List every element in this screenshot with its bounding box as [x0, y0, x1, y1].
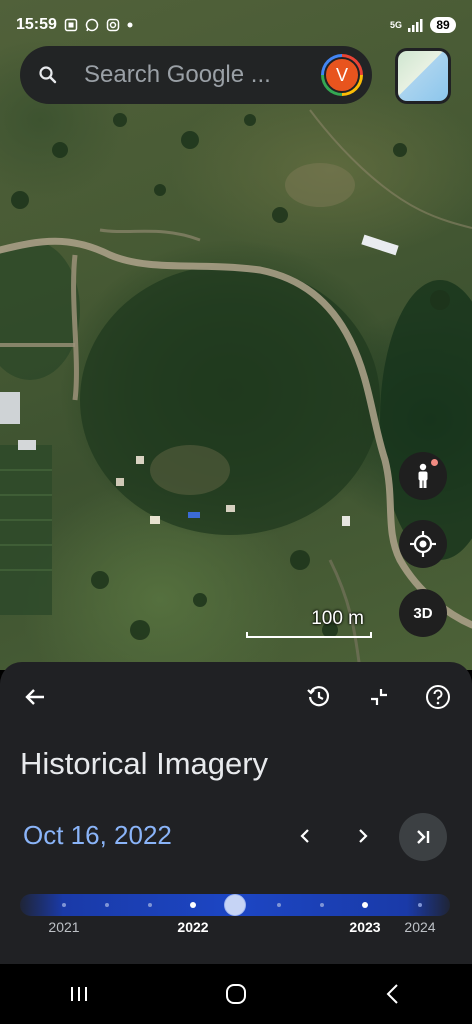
history-button[interactable] — [303, 681, 335, 713]
my-location-icon — [410, 531, 436, 557]
timeline-slider[interactable] — [20, 894, 450, 916]
3d-toggle-button[interactable]: 3D — [399, 589, 447, 637]
signal-icon — [408, 18, 423, 32]
timeline-tick — [62, 903, 66, 907]
dot-icon — [127, 22, 133, 28]
notification-dot — [431, 459, 438, 466]
collapse-button[interactable] — [363, 681, 395, 713]
timeline-year-label: 2024 — [404, 919, 436, 935]
next-date-button[interactable] — [347, 820, 379, 852]
timeline-tick — [105, 903, 109, 907]
back-button[interactable] — [19, 681, 51, 713]
status-left: 15:59 — [16, 16, 133, 34]
avatar-letter: V — [324, 57, 360, 93]
my-location-button[interactable] — [399, 520, 447, 568]
system-back-button[interactable] — [369, 970, 417, 1018]
selected-date: Oct 16, 2022 — [23, 820, 172, 850]
layers-button[interactable] — [395, 48, 451, 104]
historical-imagery-panel: Historical Imagery Oct 16, 2022 2021 202… — [0, 662, 472, 964]
panel-title: Historical Imagery — [20, 746, 269, 781]
3d-label: 3D — [413, 604, 433, 622]
status-bar: 15:59 5G 89 — [0, 0, 472, 50]
timeline-tick — [418, 903, 422, 907]
chevron-left-icon — [386, 984, 399, 1004]
history-icon — [307, 686, 330, 707]
search-icon — [39, 66, 57, 84]
search-bar[interactable]: V — [20, 46, 372, 104]
collapse-icon — [371, 689, 387, 705]
search-input[interactable] — [84, 46, 314, 104]
help-button[interactable] — [422, 681, 454, 713]
pegman-icon — [418, 463, 428, 488]
timeline-thumb[interactable] — [225, 895, 245, 915]
timeline-year-label: 2021 — [48, 919, 80, 935]
skip-to-end-icon — [417, 830, 430, 844]
latest-imagery-button[interactable] — [399, 813, 447, 861]
home-button[interactable] — [212, 970, 260, 1018]
timeline-tick — [277, 903, 281, 907]
account-avatar[interactable]: V — [321, 54, 363, 96]
whatsapp-icon — [85, 18, 99, 32]
street-view-button[interactable] — [399, 452, 447, 500]
instagram-icon — [106, 18, 120, 32]
recent-apps-button[interactable] — [55, 970, 103, 1018]
system-nav-bar — [0, 964, 472, 1024]
help-icon — [426, 685, 450, 709]
chevron-right-icon — [359, 829, 368, 843]
arrow-left-icon — [25, 689, 44, 705]
timeline-tick — [320, 903, 324, 907]
timeline-year-label: 2022 — [177, 919, 209, 935]
screenshot-icon — [64, 18, 78, 32]
scale-label: 100 m — [311, 608, 364, 629]
battery-level: 89 — [430, 17, 456, 33]
recent-apps-icon — [70, 987, 87, 1001]
timeline-tick-major — [362, 902, 368, 908]
home-icon — [225, 984, 246, 1004]
chevron-left-icon — [300, 829, 309, 843]
map-scale: 100 m — [246, 606, 372, 640]
timeline-year-label: 2023 — [349, 919, 381, 935]
map-layer-thumbnail — [398, 51, 448, 101]
network-label: 5G — [389, 20, 402, 30]
status-time: 15:59 — [16, 16, 57, 33]
previous-date-button[interactable] — [289, 820, 321, 852]
timeline-tick — [148, 903, 152, 907]
status-right: 5G 89 — [390, 17, 456, 33]
timeline-tick-major — [190, 902, 196, 908]
scale-line — [246, 632, 372, 638]
